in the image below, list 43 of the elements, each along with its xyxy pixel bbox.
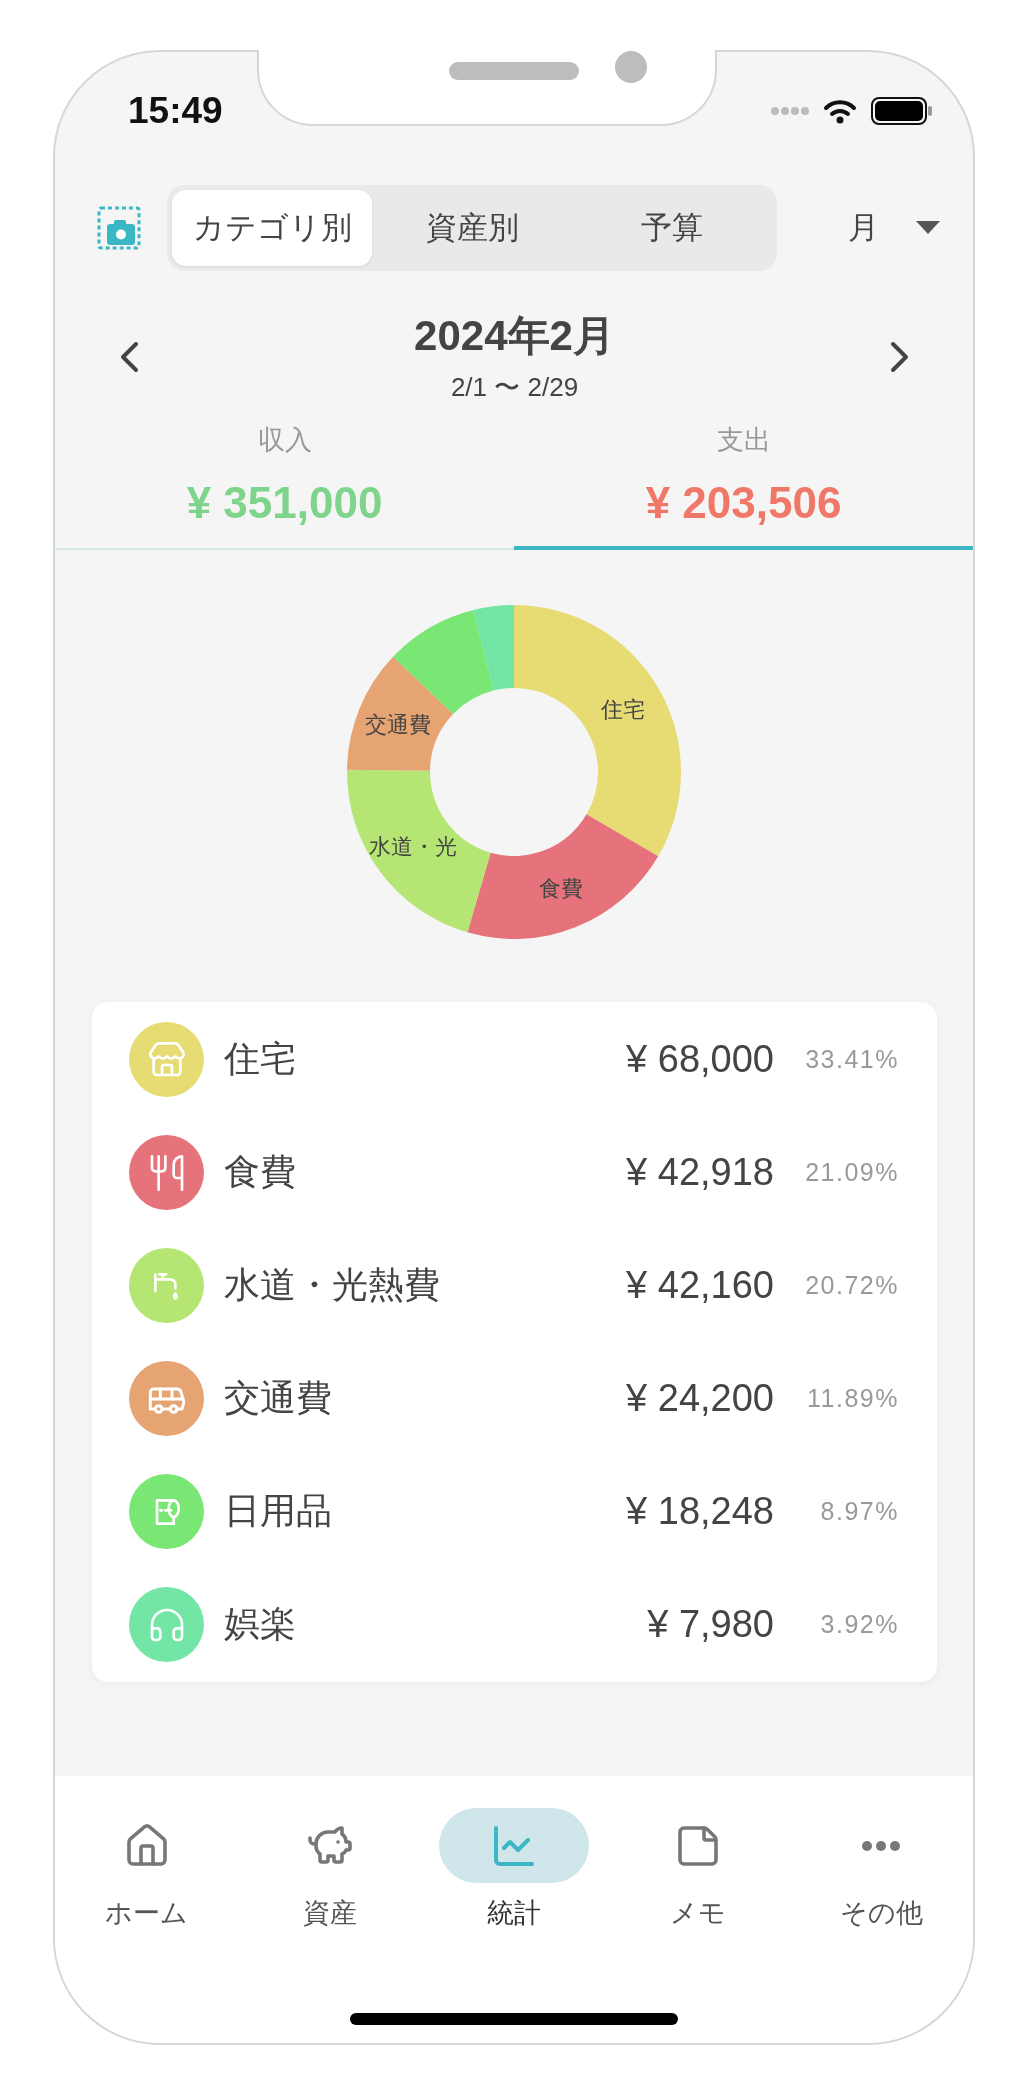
slice-label: 住宅 [600,697,645,722]
segment-tab[interactable]: 資産別 [372,190,572,266]
category-amount: ¥ 68,000 [626,1038,774,1081]
category-name: 住宅 [224,1037,297,1081]
chevron-right-icon[interactable] [889,340,911,374]
summary-amount: ¥ 203,506 [645,477,842,529]
caret-icon [916,221,940,235]
period-range: 2/1 〜 2/29 [450,371,579,403]
slice-label: 交通費 [364,712,431,738]
nav-item[interactable]: 統計 [422,1808,606,1930]
chevron-left-icon[interactable] [118,340,140,374]
wifi-icon [823,98,857,124]
category-name: 水道・光熱費 [224,1263,441,1307]
period-title: 2024年2月 [414,311,615,361]
more-icon [862,1840,901,1851]
slice-label: 食費 [538,876,583,902]
category-amount: ¥ 18,248 [626,1490,774,1533]
category-amount: ¥ 42,160 [626,1264,774,1307]
category-share: 33.41% [804,1045,899,1074]
summary-amount: ¥ 351,000 [186,477,383,529]
battery-icon [871,97,933,125]
nav-item[interactable]: 資産 [238,1808,423,1930]
category-share: 11.89% [806,1384,899,1413]
category-share: 21.09% [804,1158,899,1187]
category-share: 20.72% [804,1271,899,1300]
category-amount: ¥ 42,918 [626,1151,774,1194]
category-share: 3.92% [819,1610,899,1639]
signal-icon [771,107,809,115]
nav-item[interactable]: メモ [605,1808,790,1930]
category-name: 娯楽 [224,1602,297,1646]
nav-item[interactable]: ホーム [55,1808,239,1930]
slice-label: 水道・光 [369,834,458,860]
segment-tab[interactable]: 予算 [572,190,772,266]
segment-tab[interactable]: カテゴリ別 [172,190,372,266]
category-name: 食費 [224,1150,297,1194]
status-time: 15:49 [128,90,223,132]
category-name: 日用品 [224,1489,333,1533]
category-name: 交通費 [224,1376,333,1420]
category-share: 8.97% [819,1497,899,1526]
period-dropdown[interactable]: 月 [848,201,940,255]
nav-item[interactable]: その他 [789,1808,973,1930]
category-amount: ¥ 7,980 [647,1603,774,1646]
category-amount: ¥ 24,200 [626,1377,774,1420]
